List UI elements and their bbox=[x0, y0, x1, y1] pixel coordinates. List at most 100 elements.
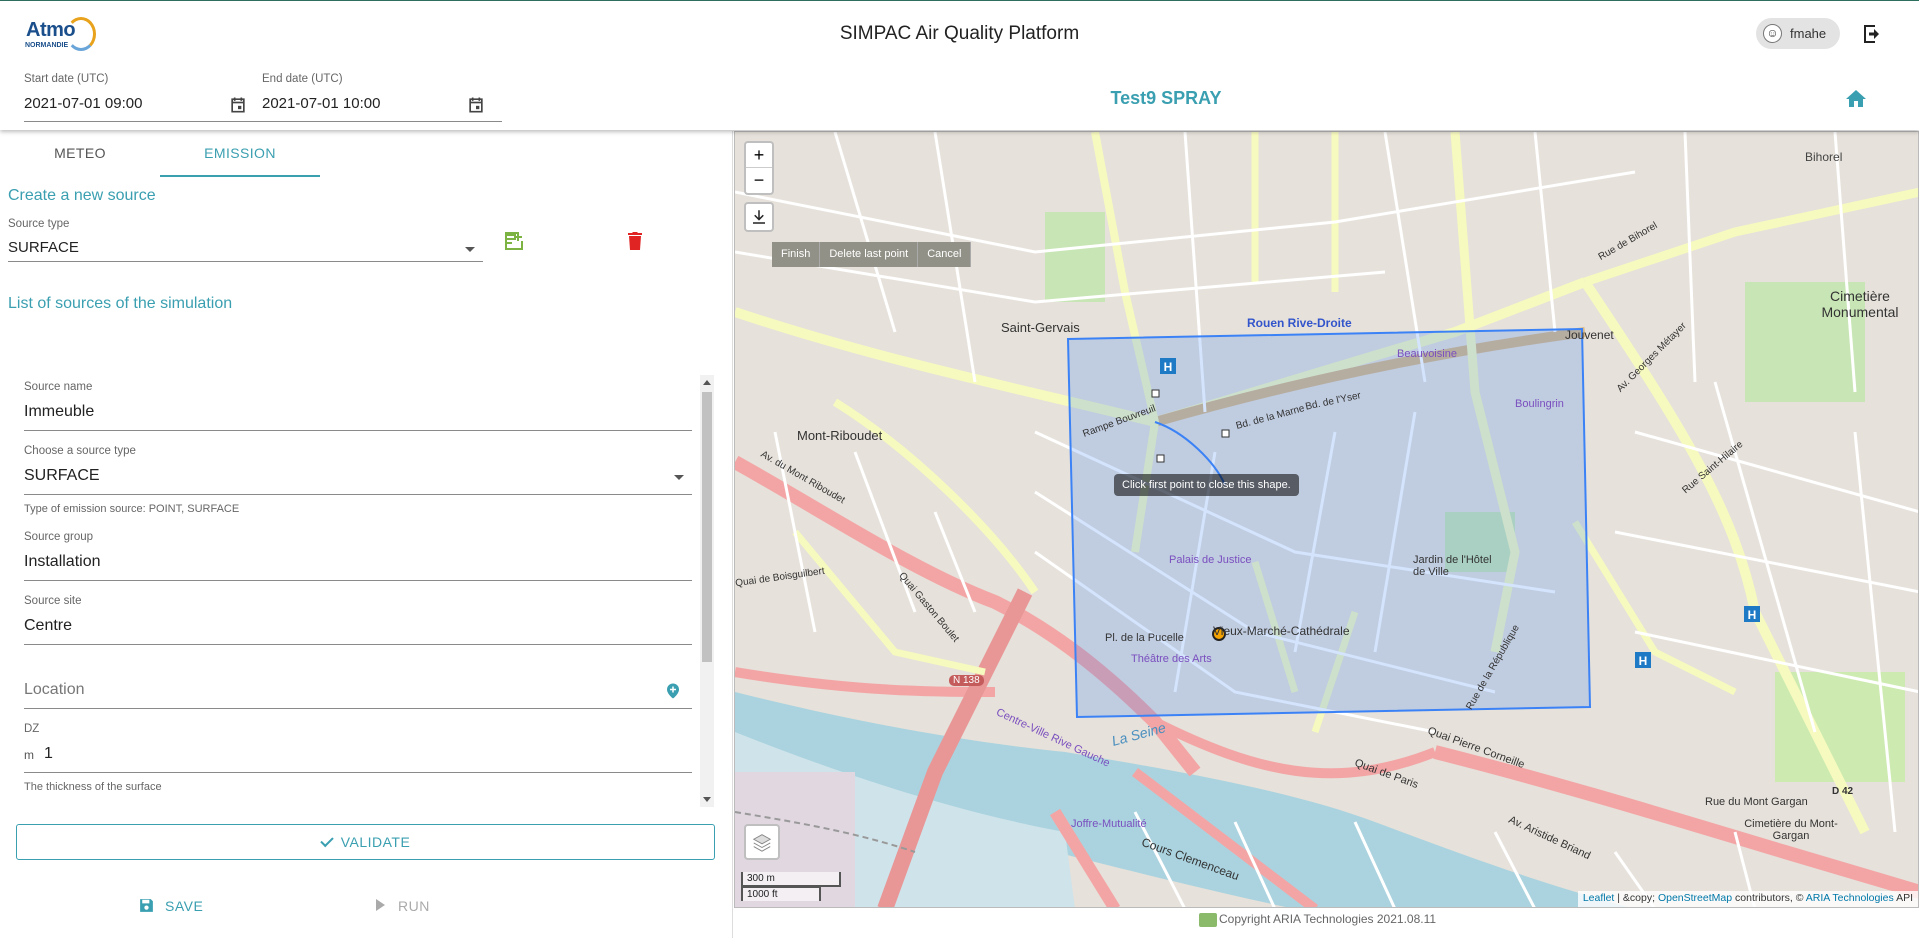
cancel-button[interactable]: Cancel bbox=[918, 242, 972, 267]
scroll-up-icon[interactable] bbox=[703, 380, 711, 385]
add-source-icon[interactable] bbox=[502, 229, 526, 253]
save-label: SAVE bbox=[165, 898, 204, 914]
end-date-value[interactable]: 2021-07-01 10:00 bbox=[262, 95, 380, 112]
source-type-hint: Type of emission source: POINT, SURFACE bbox=[24, 503, 240, 515]
validate-label: VALIDATE bbox=[340, 834, 411, 850]
location-input[interactable]: Location bbox=[24, 681, 85, 699]
map-label: Bihorel bbox=[1805, 150, 1843, 164]
map-label: Av. du Mont Riboudet bbox=[758, 448, 847, 507]
copyright-text: Copyright ARIA Technologies 2021.08.11 bbox=[1219, 912, 1437, 926]
layers-button[interactable] bbox=[744, 824, 780, 860]
chevron-down-icon bbox=[674, 475, 684, 480]
calendar-icon[interactable] bbox=[228, 95, 248, 115]
map-scale: 300 m 1000 ft bbox=[741, 872, 841, 901]
scale-metric: 300 m bbox=[741, 872, 841, 887]
map-label: La Seine bbox=[1109, 719, 1168, 749]
map-view[interactable]: H H H Saint-Gervais Rouen Rive-Droite Mo… bbox=[734, 131, 1919, 908]
map-label: Boulingrin bbox=[1515, 398, 1564, 410]
end-date-label: End date (UTC) bbox=[262, 73, 343, 85]
tab-emission[interactable]: EMISSION bbox=[160, 131, 320, 177]
dz-unit: m bbox=[24, 748, 34, 762]
download-icon bbox=[753, 210, 765, 224]
end-date-field[interactable]: End date (UTC) 2021-07-01 10:00 bbox=[262, 71, 502, 123]
source-name-label: Source name bbox=[24, 381, 93, 393]
map-label: Cimetière du Mont-Gargan bbox=[1744, 818, 1838, 842]
chevron-down-icon bbox=[465, 247, 475, 252]
map-label: Quai Gaston Boulet bbox=[896, 570, 961, 645]
map-label: Jardin de l'Hôtel de Ville bbox=[1413, 554, 1492, 578]
copyright-footer: Copyright ARIA Technologies 2021.08.11 bbox=[1199, 912, 1436, 927]
dz-hint: The thickness of the surface bbox=[24, 781, 162, 793]
source-group-label: Source group bbox=[24, 531, 94, 543]
trash-icon[interactable] bbox=[623, 229, 647, 253]
map-label: Centre-Ville Rive Gauche bbox=[994, 706, 1112, 770]
floppy-disk-icon bbox=[140, 899, 153, 912]
user-chip[interactable]: ☺ fmahe bbox=[1756, 18, 1840, 49]
map-label: Palais de Justice bbox=[1169, 554, 1252, 566]
scale-imperial: 1000 ft bbox=[741, 886, 821, 901]
save-button[interactable]: SAVE bbox=[130, 887, 230, 923]
start-date-value[interactable]: 2021-07-01 09:00 bbox=[24, 95, 142, 112]
layers-icon bbox=[752, 834, 772, 852]
map-label: Bd. de la Marne bbox=[1234, 403, 1306, 432]
map-label: Rampe Bouvreuil bbox=[1081, 403, 1158, 440]
map-label: Quai de Boisguilbert bbox=[734, 565, 826, 590]
dz-label: DZ bbox=[24, 723, 40, 735]
delete-last-point-button[interactable]: Delete last point bbox=[820, 242, 919, 267]
aria-link[interactable]: ARIA Technologies bbox=[1806, 892, 1894, 904]
source-name-input[interactable]: Immeuble bbox=[24, 403, 94, 421]
source-site-input[interactable]: Centre bbox=[24, 617, 72, 635]
map-label: Pl. de la Pucelle bbox=[1105, 632, 1184, 644]
map-label: Jouvenet bbox=[1565, 328, 1614, 342]
draw-tooltip: Click first point to close this shape. bbox=[1114, 474, 1299, 496]
create-source-title: Create a new source bbox=[8, 187, 156, 204]
map-attribution: Leaflet | &copy; OpenStreetMap contribut… bbox=[1577, 891, 1918, 907]
map-label: Cimetière Monumental bbox=[1821, 288, 1899, 320]
source-list-title: List of sources of the simulation bbox=[8, 295, 233, 312]
finish-button[interactable]: Finish bbox=[772, 242, 821, 267]
app-header: Atmo NORMANDIE SIMPAC Air Quality Platfo… bbox=[0, 0, 1919, 130]
add-location-icon[interactable] bbox=[664, 681, 682, 701]
run-button[interactable]: RUN bbox=[368, 887, 468, 923]
source-type-value: SURFACE bbox=[8, 239, 79, 256]
choose-source-type-value[interactable]: SURFACE bbox=[24, 467, 100, 485]
scroll-down-icon[interactable] bbox=[703, 797, 711, 802]
map-label: Mont-Riboudet bbox=[797, 428, 883, 443]
map-label: Av. Aristide Briand bbox=[1506, 813, 1593, 863]
leaflet-link[interactable]: Leaflet bbox=[1583, 892, 1615, 904]
map-label: Vieux-Marché-Cathédrale bbox=[1213, 624, 1350, 638]
map-label: Cours Clemenceau bbox=[1139, 834, 1242, 884]
check-icon bbox=[319, 833, 334, 848]
scrollbar-thumb[interactable] bbox=[702, 392, 712, 662]
source-site-label: Source site bbox=[24, 595, 82, 607]
aria-logo-icon bbox=[1199, 912, 1217, 927]
user-avatar-icon: ☺ bbox=[1763, 24, 1782, 43]
zoom-out-button[interactable]: − bbox=[746, 168, 772, 193]
dz-input[interactable]: 1 bbox=[44, 745, 53, 763]
source-type-select[interactable]: Source type SURFACE bbox=[8, 216, 483, 262]
download-button[interactable] bbox=[744, 202, 774, 232]
map-label: Rouen Rive-Droite bbox=[1247, 316, 1352, 330]
start-date-field[interactable]: Start date (UTC) 2021-07-01 09:00 bbox=[24, 71, 264, 123]
calendar-icon[interactable] bbox=[466, 95, 486, 115]
tab-meteo[interactable]: METEO bbox=[0, 131, 160, 177]
zoom-in-button[interactable]: + bbox=[746, 143, 772, 168]
logout-icon[interactable] bbox=[1860, 22, 1884, 46]
play-icon bbox=[376, 899, 385, 911]
zoom-control: + − bbox=[744, 141, 774, 195]
map-label: Théâtre des Arts bbox=[1131, 653, 1212, 665]
start-date-label: Start date (UTC) bbox=[24, 73, 109, 85]
map-label: Av. Georges Métayer bbox=[1614, 320, 1689, 395]
map-label: D 42 bbox=[1832, 786, 1854, 797]
home-icon[interactable] bbox=[1844, 87, 1868, 111]
validate-button[interactable]: VALIDATE bbox=[16, 824, 715, 860]
source-group-input[interactable]: Installation bbox=[24, 553, 101, 571]
map-label: Rue de Bihorel bbox=[1596, 220, 1660, 263]
user-name: fmahe bbox=[1790, 26, 1827, 41]
map-label: Quai Pierre Corneille bbox=[1426, 724, 1527, 772]
map-label: Quai de Paris bbox=[1352, 756, 1420, 792]
source-type-label: Source type bbox=[8, 218, 70, 230]
run-label: RUN bbox=[398, 898, 430, 914]
map-label: Rue du Mont Gargan bbox=[1705, 796, 1808, 808]
osm-link[interactable]: OpenStreetMap bbox=[1658, 892, 1732, 904]
